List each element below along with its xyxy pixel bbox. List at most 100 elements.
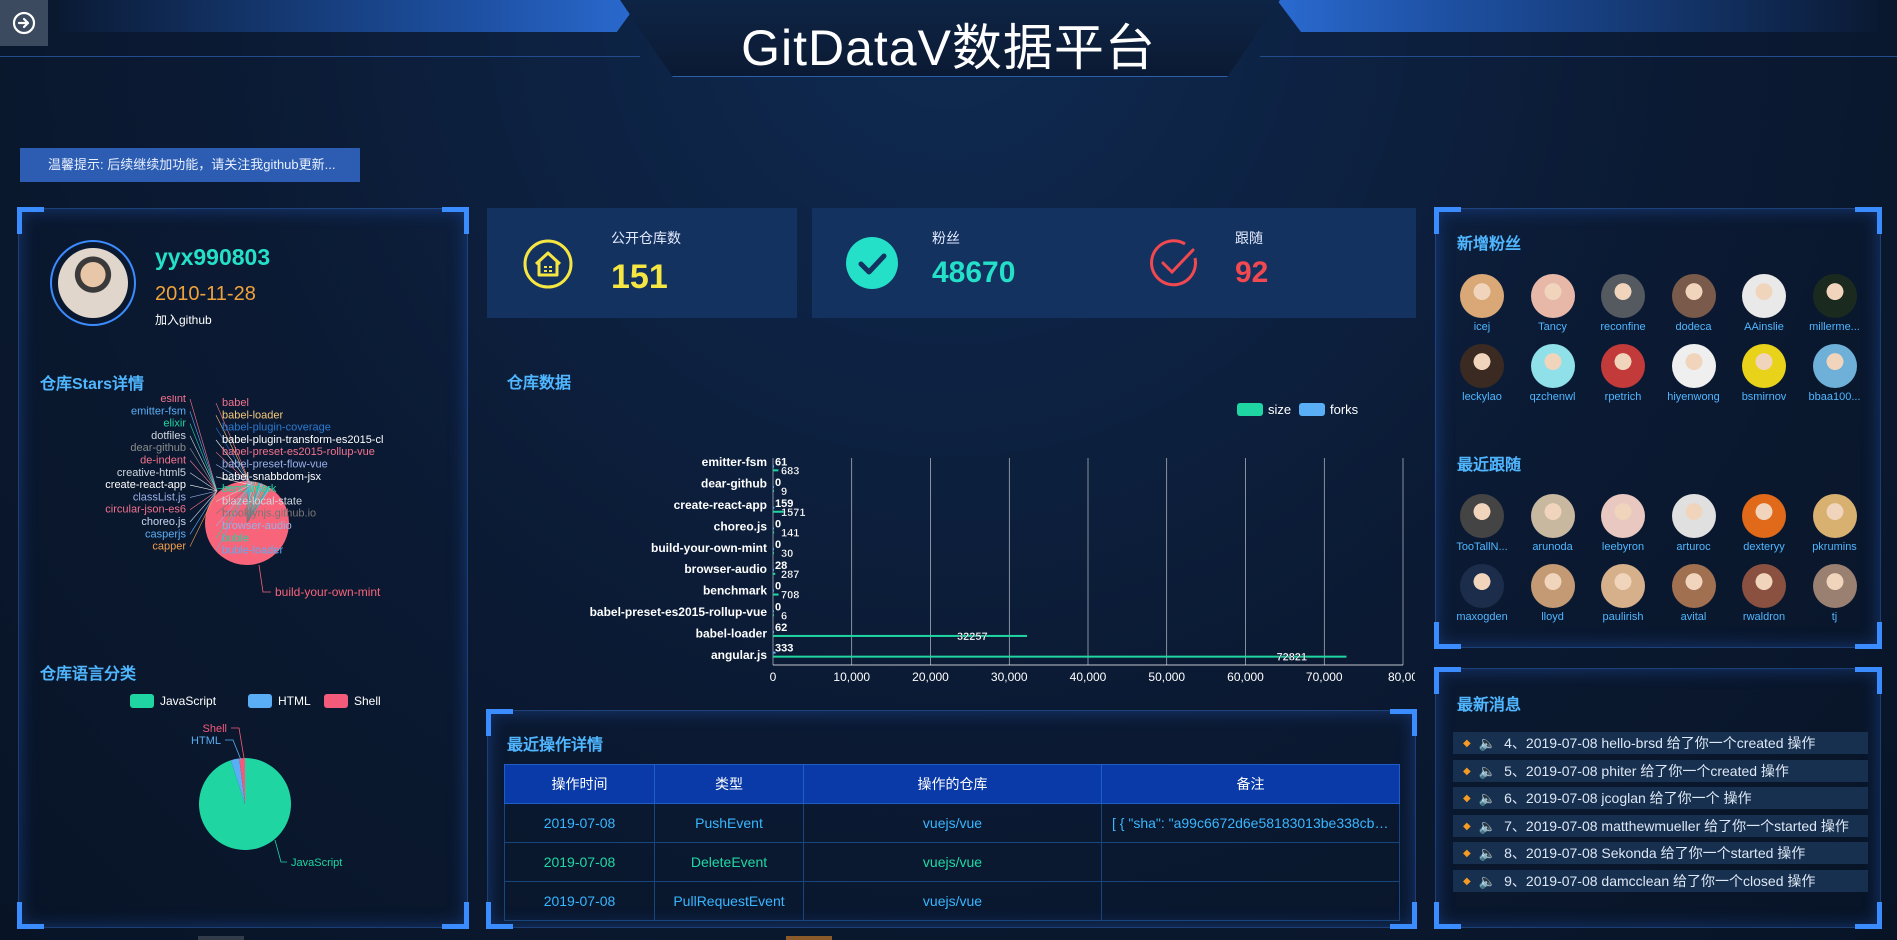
stars-label: de-indent bbox=[140, 455, 186, 467]
person-card[interactable]: qzchenwl bbox=[1521, 344, 1585, 403]
stars-label: babel-preset-flow-vue bbox=[222, 459, 328, 471]
x-tick-label: 0 bbox=[770, 670, 777, 684]
person-card[interactable]: AAinslie bbox=[1732, 274, 1796, 333]
person-card[interactable]: leebyron bbox=[1591, 494, 1655, 553]
following-label: 跟随 bbox=[1235, 230, 1263, 246]
followers-value: 48670 bbox=[932, 256, 1016, 289]
person-card[interactable]: hiyenwong bbox=[1662, 344, 1726, 403]
person-card[interactable]: bsmirnov bbox=[1732, 344, 1796, 403]
person-card[interactable]: bbaa100... bbox=[1803, 344, 1867, 403]
y-category-label: browser-audio bbox=[684, 562, 767, 576]
language-leader-line bbox=[225, 739, 242, 761]
languages-section-title: 仓库语言分类 bbox=[40, 666, 137, 683]
person-name: qzchenwl bbox=[1529, 391, 1576, 403]
x-tick-label: 70,000 bbox=[1306, 670, 1343, 684]
x-tick-label: 10,000 bbox=[833, 670, 870, 684]
followers-label: 粉丝 bbox=[932, 230, 960, 246]
message-item[interactable]: ◆ 🔈 5、2019-07-08 phiter 给了你一个created 操作 bbox=[1453, 759, 1868, 782]
cell-repo: vuejs/vue bbox=[803, 803, 1102, 843]
avatar bbox=[1812, 274, 1857, 318]
bar-value-label: 0 bbox=[775, 477, 781, 489]
language-leader-line bbox=[231, 727, 245, 759]
person-card[interactable]: arunoda bbox=[1521, 494, 1585, 553]
person-card[interactable]: leckylao bbox=[1450, 344, 1514, 403]
stars-label: babel-plugin-coverage bbox=[222, 422, 331, 434]
person-name: hiyenwong bbox=[1667, 391, 1720, 403]
avatar bbox=[1460, 494, 1504, 538]
stars-label: babel-plugin-transform-es2015-cl bbox=[222, 434, 383, 446]
person-card[interactable]: paulirish bbox=[1591, 564, 1655, 623]
avatar bbox=[1812, 344, 1857, 388]
message-item[interactable]: ◆ 🔈 4、2019-07-08 hello-brsd 给了你一个created 操… bbox=[1453, 732, 1868, 754]
person-name: lloyd bbox=[1541, 611, 1564, 623]
person-name: paulirish bbox=[1602, 611, 1644, 623]
bar-value-label: 0 bbox=[775, 581, 781, 593]
table-header-type: 类型 bbox=[654, 764, 804, 804]
person-name: maxogden bbox=[1456, 611, 1508, 623]
avatar bbox=[1742, 274, 1786, 318]
table-row[interactable]: 2019-07-08 PushEvent vuejs/vue [ { "sha"… bbox=[504, 803, 1400, 843]
speaker-icon: 🔈 bbox=[1478, 735, 1497, 751]
person-card[interactable]: pkrumins bbox=[1803, 494, 1867, 553]
message-item[interactable]: ◆ 🔈 6、2019-07-08 jcoglan 给了你一个 操作 bbox=[1453, 787, 1868, 809]
language-pie-slice bbox=[199, 758, 291, 850]
stars-label: buble bbox=[222, 532, 249, 544]
person-name: rpetrich bbox=[1604, 391, 1642, 403]
cell-type: DeleteEvent bbox=[654, 842, 804, 882]
bar-forks bbox=[773, 589, 774, 592]
home-icon bbox=[523, 239, 573, 289]
y-category-label: dear-github bbox=[701, 476, 767, 490]
bar-value-label: 28 bbox=[775, 560, 787, 572]
notice-banner[interactable]: 温馨提示: 后续继续加功能，请关注我github更新... bbox=[20, 148, 360, 182]
bar-forks bbox=[773, 486, 774, 489]
bar-forks bbox=[773, 465, 774, 468]
bar-forks bbox=[773, 548, 774, 551]
bar-forks bbox=[773, 568, 774, 571]
person-card[interactable]: avital bbox=[1662, 564, 1726, 623]
speaker-icon: 🔈 bbox=[1478, 872, 1497, 889]
join-date: 2010-11-28 bbox=[155, 283, 256, 305]
stars-leader-line bbox=[189, 490, 218, 498]
legend-swatch-size bbox=[1237, 403, 1263, 416]
person-card[interactable]: dexteryy bbox=[1732, 494, 1796, 553]
table-row[interactable]: 2019-07-08 PullRequestEvent vuejs/vue bbox=[504, 881, 1400, 921]
logout-button[interactable] bbox=[0, 0, 48, 46]
person-card[interactable]: rpetrich bbox=[1591, 344, 1655, 403]
person-name: pkrumins bbox=[1812, 541, 1857, 553]
person-card[interactable]: reconfine bbox=[1591, 274, 1655, 333]
legend-label: HTML bbox=[278, 694, 311, 708]
person-card[interactable]: rwaldron bbox=[1732, 564, 1796, 623]
avatar bbox=[1742, 494, 1786, 538]
message-item[interactable]: ◆ 🔈 7、2019-07-08 matthewmueller 给了你一个start… bbox=[1453, 814, 1868, 837]
avatar bbox=[1671, 564, 1716, 608]
table-row[interactable]: 2019-07-08 DeleteEvent vuejs/vue bbox=[504, 842, 1400, 882]
person-card[interactable]: TooTallN... bbox=[1450, 494, 1514, 553]
stars-label: browser-audio bbox=[222, 520, 292, 532]
avatar bbox=[1601, 274, 1645, 318]
bar-size bbox=[773, 469, 779, 472]
person-card[interactable]: maxogden bbox=[1450, 564, 1514, 623]
person-name: Tancy bbox=[1538, 321, 1567, 333]
bar-size bbox=[773, 572, 776, 575]
person-name: AAinslie bbox=[1744, 321, 1784, 333]
diamond-bullet-icon: ◆ bbox=[1463, 848, 1471, 860]
repos-stat-card: 公开仓库数 151 bbox=[487, 208, 797, 318]
person-card[interactable]: millerme... bbox=[1803, 274, 1867, 333]
person-card[interactable]: arturoc bbox=[1662, 494, 1726, 553]
stars-label: create-react-app bbox=[105, 479, 186, 491]
x-tick-label: 20,000 bbox=[912, 670, 949, 684]
legend-label-forks: forks bbox=[1330, 402, 1359, 417]
avatar bbox=[1460, 564, 1504, 608]
bar-forks bbox=[773, 610, 774, 613]
person-card[interactable]: dodeca bbox=[1662, 274, 1726, 333]
y-category-label: benchmark bbox=[703, 584, 767, 598]
person-card[interactable]: icej bbox=[1450, 274, 1514, 333]
person-card[interactable]: tj bbox=[1803, 564, 1867, 623]
bar-size bbox=[773, 593, 779, 596]
message-item[interactable]: ◆ 🔈 9、2019-07-08 damcclean 给了你一个closed 操作 bbox=[1453, 869, 1868, 892]
person-card[interactable]: Tancy bbox=[1521, 274, 1585, 333]
avatar bbox=[1742, 564, 1786, 608]
message-item[interactable]: ◆ 🔈 8、2019-07-08 Sekonda 给了你一个started 操作 bbox=[1453, 842, 1868, 864]
person-card[interactable]: lloyd bbox=[1521, 564, 1585, 623]
bar-size bbox=[773, 614, 774, 617]
